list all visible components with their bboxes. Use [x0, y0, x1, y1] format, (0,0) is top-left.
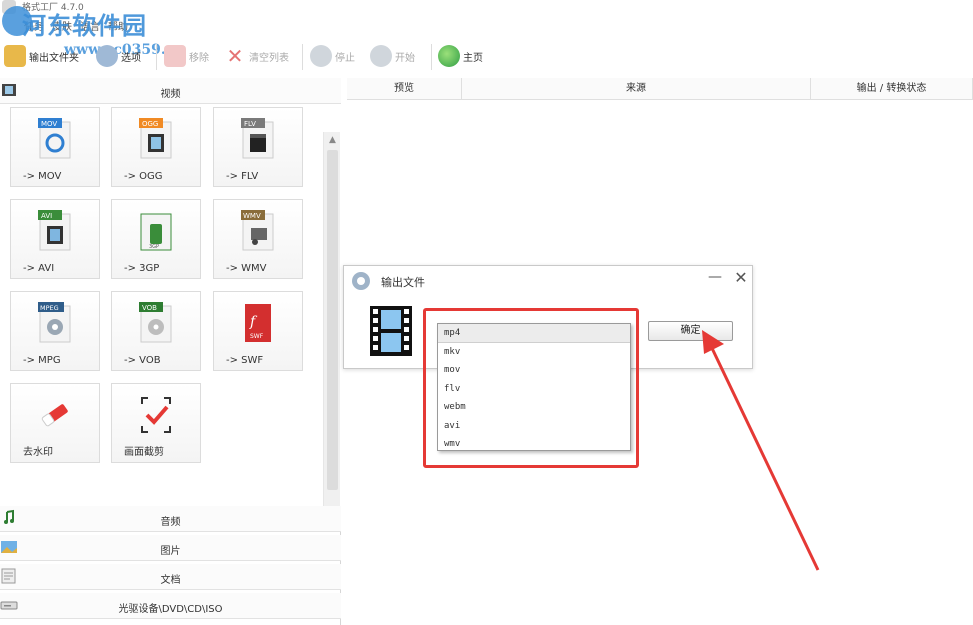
format-category-panel: 视频 MOV -> MOV OGG -> OGG FLV -> FLV AVI …	[0, 78, 341, 625]
folder-icon	[4, 45, 26, 67]
format-tile-label: -> MOV	[23, 171, 62, 182]
format-tile-label: -> 3GP	[124, 263, 160, 274]
highlight-box	[423, 308, 639, 468]
column-source[interactable]: 来源	[462, 78, 811, 100]
dialog-title: 输出文件	[381, 276, 425, 289]
format-tile-flv[interactable]: FLV -> FLV	[213, 107, 303, 187]
svg-text:MPEG: MPEG	[40, 304, 59, 312]
format-tile-3gp[interactable]: 3GP -> 3GP	[111, 199, 201, 279]
swf-file-icon: fSWF	[245, 304, 271, 342]
svg-text:3GP: 3GP	[149, 244, 159, 250]
svg-text:SWF: SWF	[250, 333, 264, 340]
toolbar-divider	[156, 44, 157, 70]
mpg-file-icon: MPEG	[38, 302, 71, 343]
gear-icon	[96, 45, 118, 67]
format-tile-label: 去水印	[23, 447, 53, 458]
category-image[interactable]: 图片	[0, 535, 341, 561]
ogg-file-icon: OGG	[139, 118, 172, 159]
home-button[interactable]: 主页	[438, 44, 483, 68]
format-tile-label: -> FLV	[226, 171, 259, 182]
format-tile-label: -> SWF	[226, 355, 264, 366]
app-gear-icon	[352, 272, 370, 290]
options-label: 选项	[121, 52, 141, 64]
svg-text:VOB: VOB	[142, 304, 157, 312]
crop-check-icon	[141, 397, 171, 433]
category-audio-label: 音频	[160, 517, 181, 528]
start-icon	[370, 45, 392, 67]
category-optical-device-label: 光驱设备\DVD\CD\ISO	[118, 604, 223, 615]
category-video[interactable]: 视频	[0, 78, 341, 104]
annotation-arrow-icon	[702, 330, 820, 571]
start-button[interactable]: 开始	[370, 44, 415, 68]
video-format-grid: MOV -> MOV OGG -> OGG FLV -> FLV AVI -> …	[0, 104, 341, 532]
format-tile-label: -> OGG	[124, 171, 163, 182]
eraser-icon	[41, 404, 68, 427]
globe-icon	[438, 45, 460, 67]
toolbar-divider	[431, 44, 432, 70]
3gp-file-icon: 3GP	[140, 213, 172, 251]
format-tile-swf[interactable]: f SWF -> SWF	[213, 291, 303, 371]
grid-scrollbar[interactable]: ▲ ▼	[323, 132, 340, 532]
format-tile-label: -> MPG	[23, 355, 61, 366]
options-button[interactable]: 选项	[96, 44, 141, 68]
wmv-file-icon: WMV	[241, 210, 274, 251]
format-tile-label: -> WMV	[226, 263, 267, 274]
format-tile-label: -> VOB	[124, 355, 161, 366]
stop-icon	[310, 45, 332, 67]
flv-file-icon: FLV	[241, 118, 274, 159]
avi-file-icon: AVI	[38, 210, 71, 251]
tool-tile-remove-watermark[interactable]: 去水印	[10, 383, 100, 463]
format-tile-vob[interactable]: VOB -> VOB	[111, 291, 201, 371]
svg-text:MOV: MOV	[41, 120, 57, 128]
remove-label: 移除	[189, 52, 209, 64]
clear-x-icon: ✕	[224, 45, 246, 67]
toolbar-divider	[302, 44, 303, 70]
home-label: 主页	[463, 52, 483, 64]
svg-text:WMV: WMV	[243, 212, 261, 220]
format-tile-mpg[interactable]: MPEG -> MPG	[10, 291, 100, 371]
category-image-label: 图片	[160, 546, 181, 557]
svg-text:OGG: OGG	[142, 120, 158, 128]
scroll-up-icon[interactable]: ▲	[327, 134, 338, 146]
category-audio[interactable]: 音频	[0, 506, 341, 532]
format-tile-avi[interactable]: AVI -> AVI	[10, 199, 100, 279]
vob-file-icon: VOB	[139, 302, 172, 343]
format-tile-wmv[interactable]: WMV -> WMV	[213, 199, 303, 279]
column-preview[interactable]: 预览	[347, 78, 462, 100]
svg-text:FLV: FLV	[244, 120, 256, 128]
clear-list-label: 清空列表	[249, 52, 289, 64]
remove-button[interactable]: 移除	[164, 44, 209, 68]
output-folder-label: 输出文件夹	[29, 52, 79, 64]
category-document-label: 文档	[160, 575, 181, 586]
stop-button[interactable]: 停止	[310, 44, 355, 68]
format-tile-mov[interactable]: MOV -> MOV	[10, 107, 100, 187]
svg-text:AVI: AVI	[41, 212, 52, 220]
column-output-status[interactable]: 输出 / 转换状态	[811, 78, 973, 100]
tool-tile-crop[interactable]: 画面截剪	[111, 383, 201, 463]
close-icon[interactable]: ✕	[732, 268, 750, 287]
remove-icon	[164, 45, 186, 67]
minimize-icon[interactable]: —	[706, 269, 724, 287]
start-label: 开始	[395, 52, 415, 64]
scrollbar-thumb[interactable]	[327, 150, 338, 490]
format-tile-label: 画面截剪	[124, 447, 164, 458]
stop-label: 停止	[335, 52, 355, 64]
toolbar: 输出文件夹 选项 移除 ✕ 清空列表 停止 开始 主页	[0, 36, 973, 76]
clear-list-button[interactable]: ✕ 清空列表	[224, 44, 289, 68]
category-optical-device[interactable]: 光驱设备\DVD\CD\ISO	[0, 593, 341, 619]
output-folder-button[interactable]: 输出文件夹	[4, 44, 79, 68]
app-window: 格式工厂 4.7.0 任务 皮肤 语言 帮助 河东软件园 www.pc0359.…	[0, 0, 973, 625]
category-video-label: 视频	[160, 89, 181, 100]
category-document[interactable]: 文档	[0, 564, 341, 590]
mov-file-icon: MOV	[38, 118, 71, 159]
format-tile-label: -> AVI	[23, 263, 55, 274]
film-strip-icon	[370, 306, 412, 356]
format-tile-ogg[interactable]: OGG -> OGG	[111, 107, 201, 187]
